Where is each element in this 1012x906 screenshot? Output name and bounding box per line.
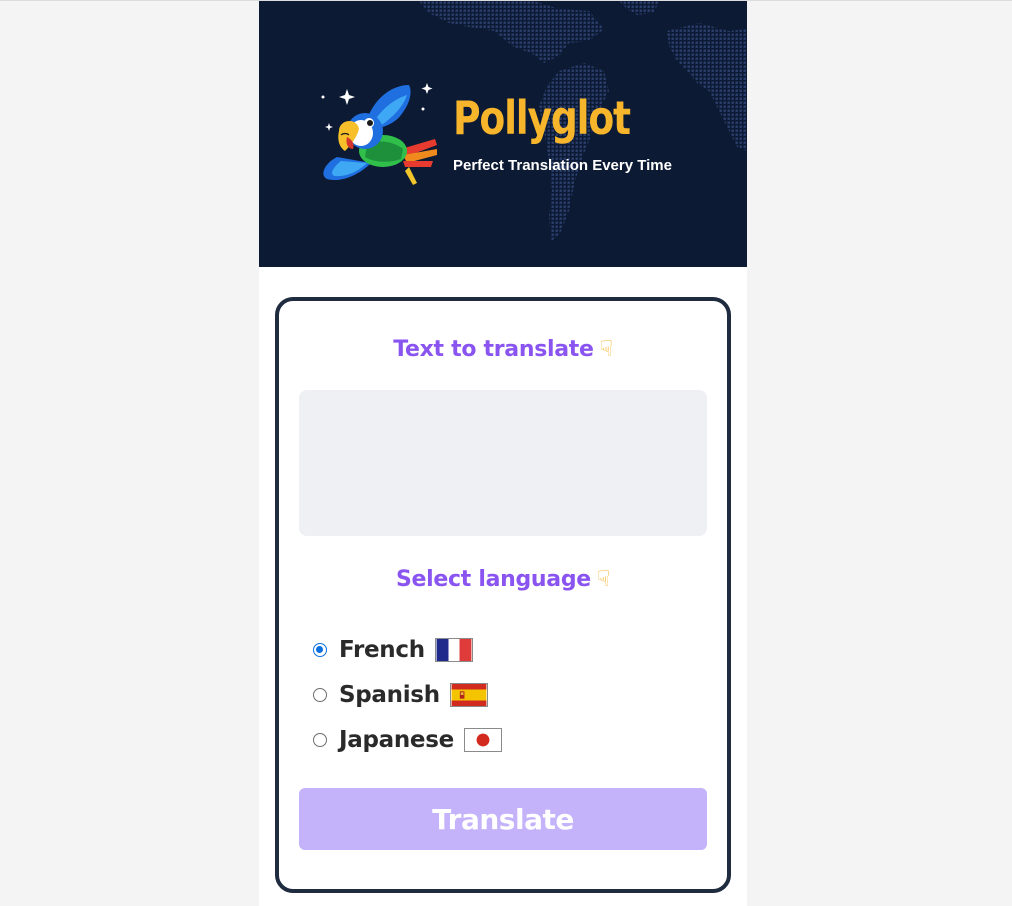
flag-spain-icon (449, 682, 488, 707)
brand: Pollyglot Perfect Translation Every Time (453, 89, 672, 174)
spanish-radio[interactable] (313, 687, 327, 702)
text-to-translate-input[interactable] (299, 390, 707, 536)
translate-button[interactable]: Translate (299, 788, 707, 850)
japanese-radio[interactable] (313, 732, 327, 747)
flag-france-icon (434, 637, 473, 662)
spanish-label[interactable]: Spanish (339, 682, 440, 708)
app-subtitle: Perfect Translation Every Time (453, 157, 672, 174)
app-title: Pollyglot (453, 91, 631, 145)
select-language-heading: Select language ☟ (279, 567, 727, 592)
parrot-logo-icon (321, 83, 437, 185)
pointing-down-hand-icon: ☟ (599, 337, 613, 362)
flag-japan-icon (463, 727, 502, 752)
text-to-translate-heading: Text to translate ☟ (279, 337, 727, 362)
french-radio[interactable] (313, 642, 327, 657)
japanese-label[interactable]: Japanese (339, 727, 454, 753)
select-language-label: Select language (395, 567, 591, 592)
text-to-translate-label: Text to translate (393, 337, 594, 362)
header-banner: Pollyglot Perfect Translation Every Time (259, 1, 747, 267)
language-options: French Spanish Japanese (313, 627, 502, 762)
language-option-japanese[interactable]: Japanese (313, 717, 502, 762)
translation-card: Text to translate ☟ Select language ☟ Fren… (275, 297, 731, 893)
pointing-down-hand-icon: ☟ (596, 567, 611, 592)
app-container: Pollyglot Perfect Translation Every Time… (259, 1, 747, 906)
language-option-spanish[interactable]: Spanish (313, 672, 502, 717)
french-label[interactable]: French (339, 637, 425, 663)
language-option-french[interactable]: French (313, 627, 502, 672)
